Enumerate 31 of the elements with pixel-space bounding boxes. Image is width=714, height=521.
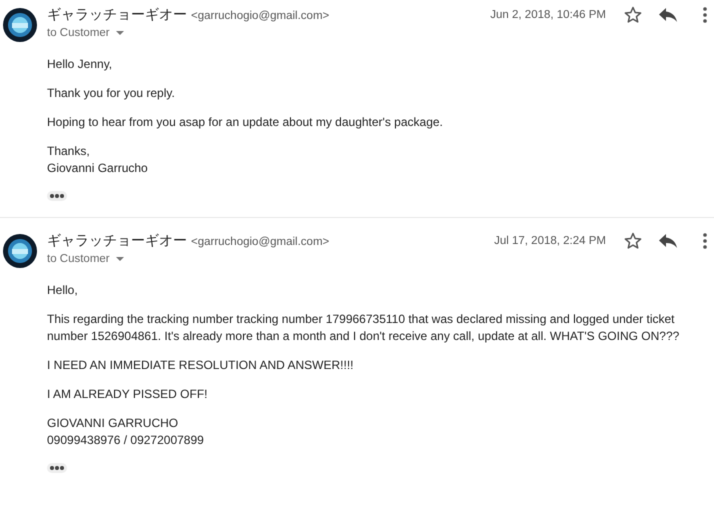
reply-icon[interactable]	[659, 8, 677, 22]
show-trimmed-content-button[interactable]	[47, 191, 67, 201]
body-text: Thank you for you reply.	[47, 85, 176, 102]
show-trimmed-content-button[interactable]	[47, 463, 67, 473]
body-text: Thanks,	[47, 143, 91, 160]
sender-name: ギャラッチョーギオー	[47, 6, 187, 24]
message-date: Jul 17, 2018, 2:24 PM	[494, 235, 606, 247]
message-date: Jun 2, 2018, 10:46 PM	[490, 9, 606, 21]
body-text: Hoping to hear from you asap for an update about my daughter's package.	[47, 114, 444, 131]
sender-email: <garruchogio@gmail.com>	[191, 236, 330, 248]
body-text: Giovanni Garrucho	[47, 160, 149, 177]
recipient-label: to Customer	[47, 253, 110, 265]
body-text: This regarding the tracking number tracking number 179966735110 that was declared missing and logged under ticket number 1526904861. It's already more than a month and I don't receive any call, update at all. WHAT'S GOING ON???	[47, 311, 680, 345]
star-icon[interactable]	[624, 232, 642, 250]
body-text: I AM ALREADY PISSED OFF!	[47, 386, 208, 403]
body-text: 09099438976 / 09272007899	[47, 432, 205, 449]
reply-icon[interactable]	[659, 234, 677, 248]
ellipsis-icon[interactable]	[50, 466, 64, 470]
star-icon[interactable]	[624, 6, 642, 24]
more-options-icon[interactable]	[703, 233, 707, 249]
ellipsis-icon[interactable]	[50, 194, 64, 198]
dropdown-caret-icon[interactable]	[116, 257, 124, 262]
recipient-label: to Customer	[47, 27, 110, 39]
body-text: Hello Jenny,	[47, 56, 114, 73]
body-text: GIOVANNI GARRUCHO	[47, 415, 180, 432]
sender-email: <garruchogio@gmail.com>	[191, 10, 330, 22]
body-text: Hello,	[47, 282, 79, 299]
sender-name: ギャラッチョーギオー	[47, 232, 187, 250]
dropdown-caret-icon[interactable]	[116, 31, 124, 36]
more-options-icon[interactable]	[703, 7, 707, 23]
body-text: I NEED AN IMMEDIATE RESOLUTION AND ANSWER!!!!	[47, 357, 354, 374]
